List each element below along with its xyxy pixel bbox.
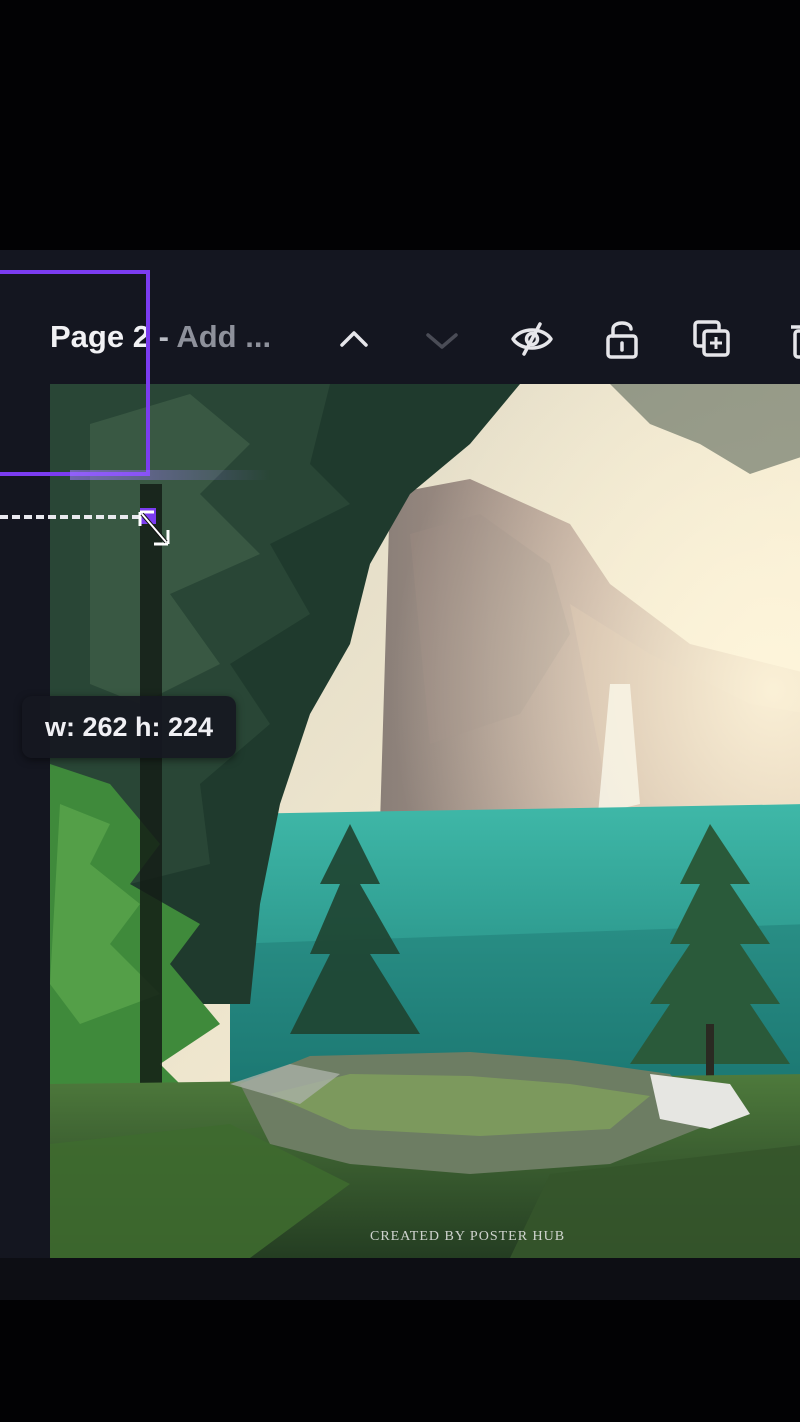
page-title-separator: - [149, 319, 177, 354]
hide-page-button[interactable] [510, 317, 554, 361]
canvas-bottom-edge [0, 1258, 800, 1300]
resize-dimensions-tooltip: w: 262 h: 224 [22, 696, 236, 758]
resize-cursor-icon [138, 508, 170, 546]
dimensions-text: w: 262 h: 224 [44, 711, 214, 742]
move-page-up-button[interactable] [332, 317, 376, 361]
app-frame: Page 2 - Add ... CREATED BY POSTER HUB w… [0, 0, 800, 1422]
selection-frame[interactable] [0, 270, 150, 476]
unlock-icon [602, 317, 642, 361]
move-page-down-button[interactable] [420, 317, 464, 361]
chevron-down-icon [420, 319, 464, 359]
unlock-page-button[interactable] [600, 317, 644, 361]
chevron-up-icon [334, 319, 374, 359]
delete-page-button[interactable] [778, 317, 800, 361]
image-credit-text: CREATED BY POSTER HUB [370, 1229, 566, 1244]
alignment-guide-line [0, 515, 140, 519]
page-title-placeholder[interactable]: Add ... [176, 319, 271, 354]
trash-icon [789, 317, 800, 361]
eye-hidden-icon [509, 319, 555, 359]
selection-edge-highlight [70, 470, 270, 480]
resize-handle[interactable] [134, 504, 174, 548]
duplicate-page-icon [690, 317, 734, 361]
duplicate-page-button[interactable] [690, 317, 734, 361]
